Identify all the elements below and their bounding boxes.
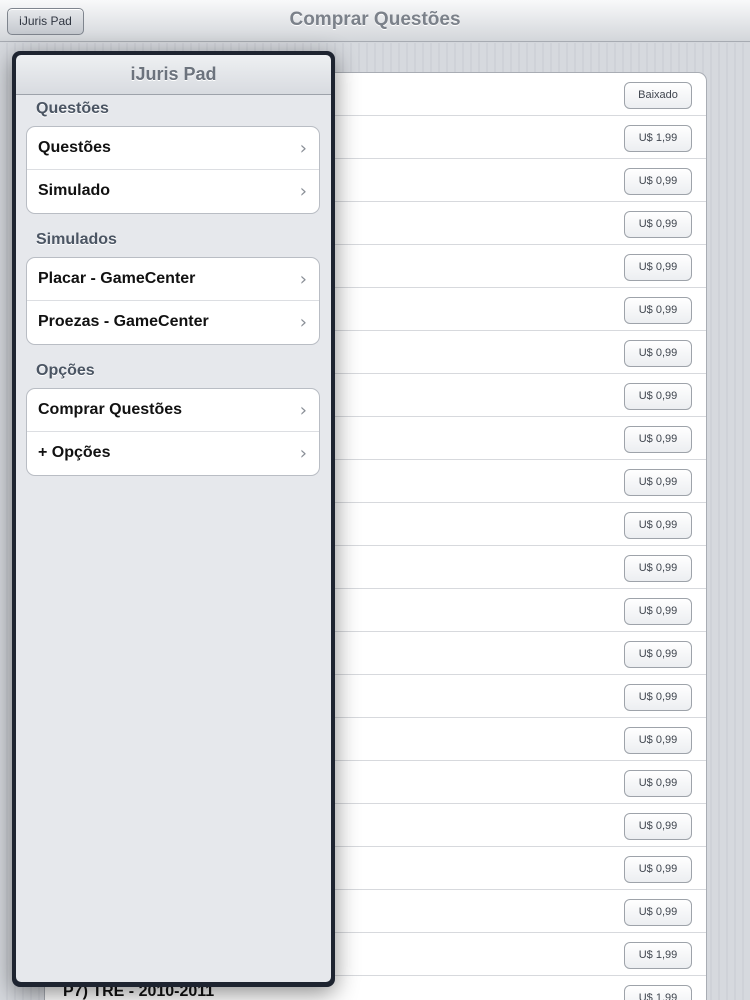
chevron-right-icon: › (299, 443, 307, 464)
menu-item-label: + Opções (38, 444, 111, 461)
ijuris-pad-popover: iJuris Pad Questões Questões › Simulado … (12, 51, 335, 987)
section-header-opcoes: Opções (36, 362, 95, 379)
menu-item-label: Proezas - GameCenter (38, 313, 209, 330)
page-title: Comprar Questões (289, 9, 461, 30)
price-button[interactable]: U$ 1,99 (624, 985, 692, 1000)
section-header-questoes: Questões (36, 100, 109, 117)
chevron-right-icon: › (299, 269, 307, 290)
menu-item-label: Questões (38, 139, 111, 156)
menu-item-label: Comprar Questões (38, 401, 183, 418)
price-button[interactable]: U$ 0,99 (624, 297, 692, 324)
price-button[interactable]: Baixado (624, 82, 692, 109)
price-button[interactable]: U$ 0,99 (624, 770, 692, 797)
group-opcoes: Comprar Questões › + Opções › (26, 388, 320, 476)
section-header-simulados: Simulados (36, 231, 117, 248)
price-button[interactable]: U$ 0,99 (624, 813, 692, 840)
chevron-right-icon: › (299, 138, 307, 159)
group-simulados: Placar - GameCenter › Proezas - GameCent… (26, 257, 320, 345)
menu-item-placar-gamecenter[interactable]: Placar - GameCenter › (27, 258, 319, 301)
price-button[interactable]: U$ 0,99 (624, 899, 692, 926)
price-button[interactable]: U$ 0,99 (624, 856, 692, 883)
price-button[interactable]: U$ 1,99 (624, 942, 692, 969)
price-button[interactable]: U$ 0,99 (624, 641, 692, 668)
popover-title: iJuris Pad (130, 64, 217, 84)
chevron-right-icon: › (299, 400, 307, 421)
price-button[interactable]: U$ 0,99 (624, 555, 692, 582)
menu-item-simulado[interactable]: Simulado › (27, 170, 319, 213)
menu-item-label: Simulado (38, 182, 111, 199)
price-button[interactable]: U$ 0,99 (624, 426, 692, 453)
price-button[interactable]: U$ 0,99 (624, 340, 692, 367)
price-button[interactable]: U$ 1,99 (624, 125, 692, 152)
price-button[interactable]: U$ 0,99 (624, 383, 692, 410)
price-button[interactable]: U$ 0,99 (624, 469, 692, 496)
navigation-bar: Comprar Questões iJuris Pad (0, 0, 750, 42)
group-questoes: Questões › Simulado › (26, 126, 320, 214)
price-button[interactable]: U$ 0,99 (624, 684, 692, 711)
menu-item-mais-opcoes[interactable]: + Opções › (27, 432, 319, 475)
menu-item-comprar-questoes[interactable]: Comprar Questões › (27, 389, 319, 432)
price-button[interactable]: U$ 0,99 (624, 598, 692, 625)
popover-menu: Questões Questões › Simulado › Simulados… (16, 95, 331, 982)
price-button[interactable]: U$ 0,99 (624, 168, 692, 195)
ijuris-pad-button[interactable]: iJuris Pad (7, 8, 84, 35)
menu-item-label: Placar - GameCenter (38, 270, 196, 287)
chevron-right-icon: › (299, 312, 307, 333)
popover-header: iJuris Pad (16, 55, 331, 95)
price-button[interactable]: U$ 0,99 (624, 727, 692, 754)
price-button[interactable]: U$ 0,99 (624, 512, 692, 539)
menu-item-proezas-gamecenter[interactable]: Proezas - GameCenter › (27, 301, 319, 344)
price-button[interactable]: U$ 0,99 (624, 211, 692, 238)
menu-item-questoes[interactable]: Questões › (27, 127, 319, 170)
chevron-right-icon: › (299, 181, 307, 202)
price-button[interactable]: U$ 0,99 (624, 254, 692, 281)
